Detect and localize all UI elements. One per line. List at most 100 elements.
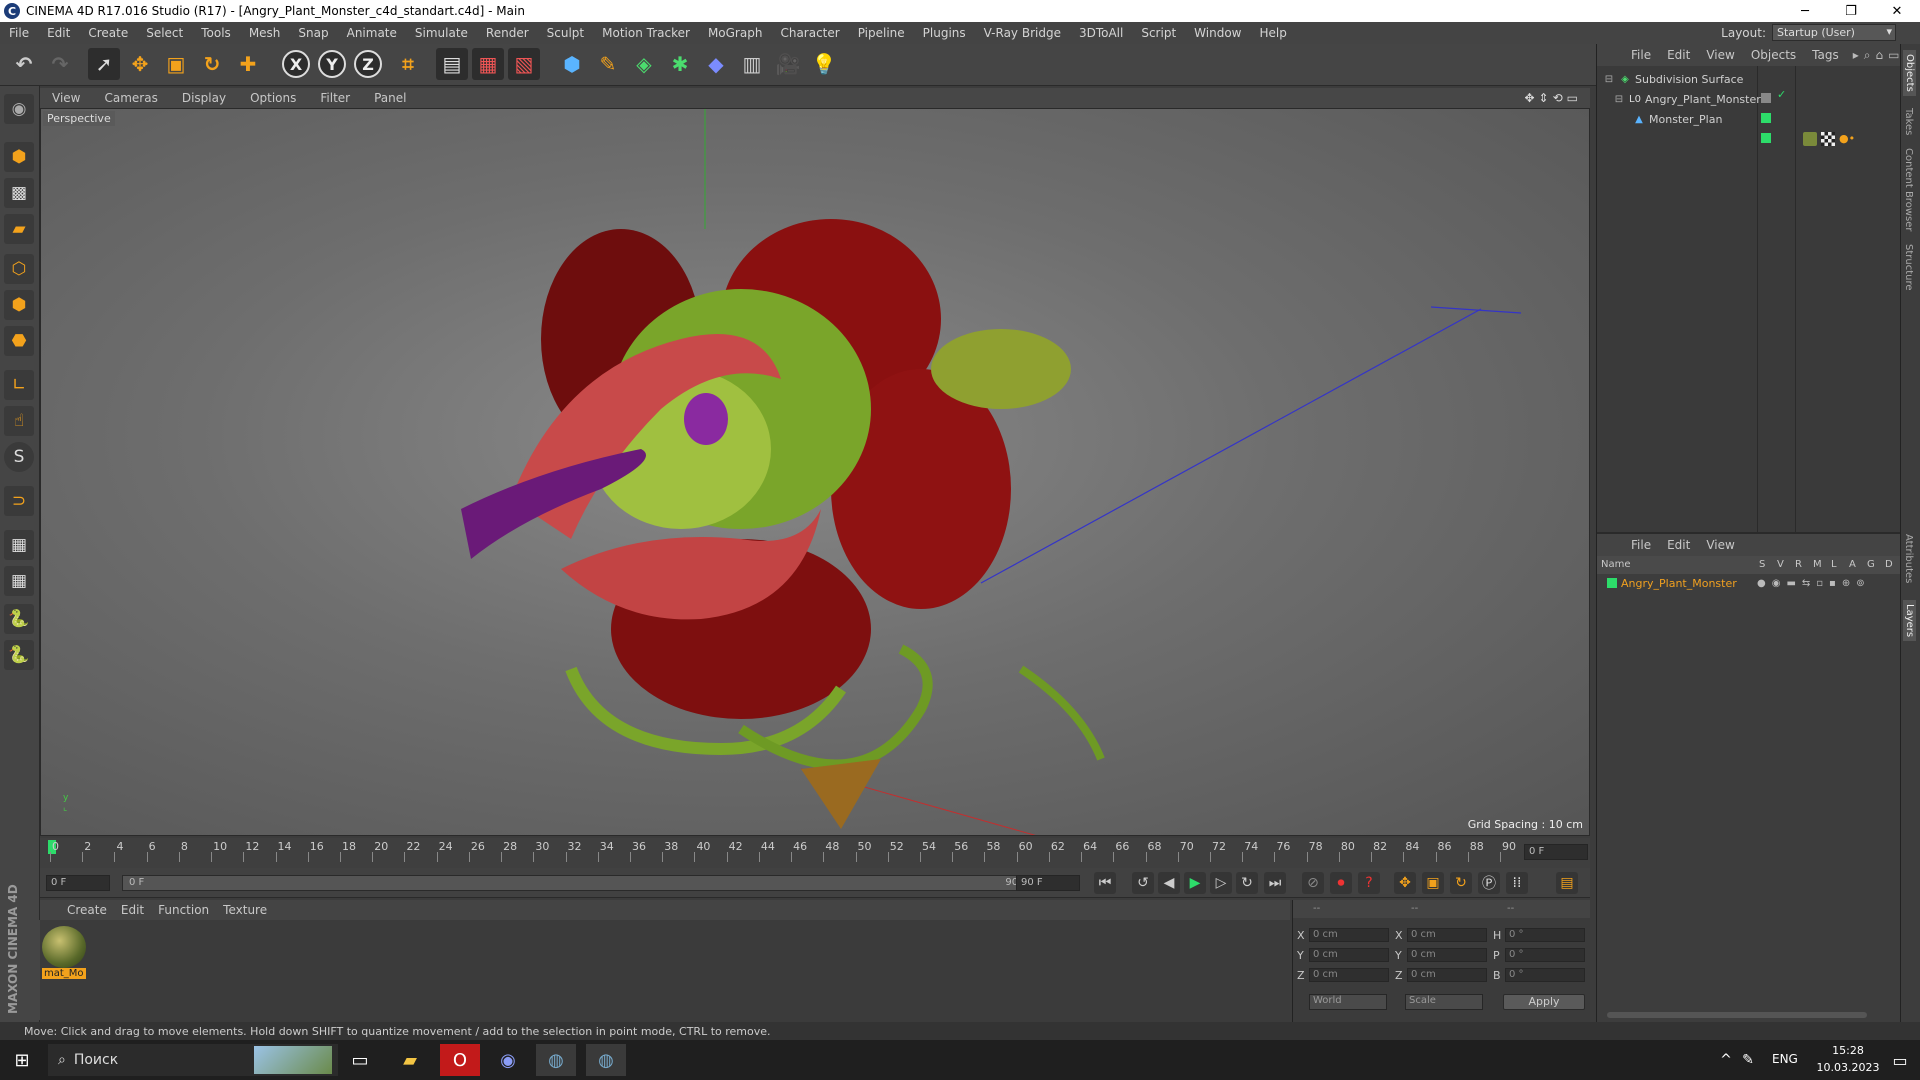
menu-script[interactable]: Script bbox=[1132, 26, 1185, 40]
position-y-field[interactable]: 0 cm bbox=[1309, 948, 1389, 962]
tab-attributes[interactable]: Attributes bbox=[1903, 534, 1914, 583]
lm-menu-edit[interactable]: Edit bbox=[1659, 538, 1698, 552]
menu-motion-tracker[interactable]: Motion Tracker bbox=[593, 26, 699, 40]
taskbar-clock[interactable]: 15:28 10.03.2023 bbox=[1808, 1042, 1888, 1076]
x-axis-lock-icon[interactable]: X bbox=[282, 50, 310, 78]
menu-help[interactable]: Help bbox=[1250, 26, 1295, 40]
scale-icon[interactable]: ▣ bbox=[160, 48, 192, 80]
play-icon[interactable]: ▶ bbox=[1184, 872, 1206, 894]
tab-takes[interactable]: Takes bbox=[1903, 108, 1914, 135]
layer-color-swatch[interactable] bbox=[1761, 133, 1771, 143]
edges-mode-icon[interactable]: ⬢ bbox=[4, 290, 34, 320]
tab-content-browser[interactable]: Content Browser bbox=[1903, 148, 1914, 231]
spline-pen-icon[interactable]: ✎ bbox=[592, 48, 624, 80]
goto-end-icon[interactable]: ⏭ bbox=[1264, 872, 1286, 894]
menu-tools[interactable]: Tools bbox=[192, 26, 240, 40]
make-editable-icon[interactable]: ◉ bbox=[4, 94, 34, 124]
size-mode-select[interactable]: Scale bbox=[1405, 994, 1483, 1010]
lm-menu-view[interactable]: View bbox=[1698, 538, 1742, 552]
menu-3dtoall[interactable]: 3DToAll bbox=[1070, 26, 1132, 40]
enabled-check-icon[interactable]: ✓ bbox=[1777, 88, 1786, 101]
record-keys-icon[interactable]: ⊘ bbox=[1302, 872, 1324, 894]
planar-workplane-icon[interactable]: ▦ bbox=[4, 566, 34, 596]
windows-start-icon[interactable]: ⊞ bbox=[2, 1044, 42, 1076]
cinema4d-taskbar-icon[interactable]: ◍ bbox=[536, 1044, 576, 1076]
menu-snap[interactable]: Snap bbox=[289, 26, 337, 40]
render-picture-viewer-icon[interactable]: ▦ bbox=[472, 48, 504, 80]
menu-simulate[interactable]: Simulate bbox=[406, 26, 477, 40]
lock-workplane-icon[interactable]: ▦ bbox=[4, 530, 34, 560]
pen-tray-icon[interactable]: ✎ bbox=[1728, 1044, 1768, 1076]
language-indicator[interactable]: ENG bbox=[1772, 1052, 1798, 1066]
menu-sculpt[interactable]: Sculpt bbox=[538, 26, 593, 40]
menu-window[interactable]: Window bbox=[1185, 26, 1250, 40]
coordinate-system-icon[interactable]: ⌗ bbox=[392, 48, 424, 80]
uvw-tag-icon[interactable] bbox=[1821, 132, 1835, 146]
subdivision-surface-icon[interactable]: ◈ bbox=[628, 48, 660, 80]
cube-primitive-icon[interactable]: ⬢ bbox=[556, 48, 588, 80]
auto-key-icon[interactable]: ⏺ bbox=[1330, 872, 1352, 894]
live-select-icon[interactable]: ✚ bbox=[232, 48, 264, 80]
menu-select[interactable]: Select bbox=[137, 26, 192, 40]
prev-key-icon[interactable]: ↺ bbox=[1132, 872, 1154, 894]
tree-collapse-icon[interactable]: ⊟ bbox=[1613, 93, 1625, 105]
minimize-icon[interactable]: ─ bbox=[1782, 0, 1828, 22]
rotation-p-field[interactable]: 0 ° bbox=[1505, 948, 1585, 962]
layer-row[interactable]: Angry_Plant_Monster ●◉▬⇆▫▪⊕⊚ bbox=[1597, 574, 1900, 592]
position-x-field[interactable]: 0 cm bbox=[1309, 928, 1389, 942]
restore-icon[interactable]: ❐ bbox=[1828, 0, 1874, 22]
key-parameter-icon[interactable]: Ⓟ bbox=[1478, 872, 1500, 894]
mat-menu-edit[interactable]: Edit bbox=[114, 903, 151, 917]
end-frame-field[interactable]: 90 F bbox=[1016, 875, 1080, 891]
menu-create[interactable]: Create bbox=[79, 26, 137, 40]
menu-mograph[interactable]: MoGraph bbox=[699, 26, 772, 40]
python-script-icon[interactable]: 🐍 bbox=[4, 604, 34, 634]
rotate-icon[interactable]: ↻ bbox=[196, 48, 228, 80]
next-frame-icon[interactable]: ▷ bbox=[1210, 872, 1232, 894]
size-z-field[interactable]: 0 cm bbox=[1407, 968, 1487, 982]
layout-select[interactable]: Startup (User) bbox=[1772, 24, 1896, 41]
viewport-nav-icons[interactable]: ✥⇕⟲▭ bbox=[1524, 91, 1582, 105]
om-menu-tags[interactable]: Tags bbox=[1804, 48, 1847, 62]
vp-menu-cameras[interactable]: Cameras bbox=[92, 91, 169, 105]
position-z-field[interactable]: 0 cm bbox=[1309, 968, 1389, 982]
mat-menu-create[interactable]: Create bbox=[60, 903, 114, 917]
phong-tag-icon[interactable]: ●• bbox=[1839, 132, 1855, 145]
layer-color-swatch[interactable] bbox=[1607, 578, 1617, 588]
om-menu-file[interactable]: File bbox=[1623, 48, 1659, 62]
object-row-monster-plan[interactable]: ▲ Monster_Plan bbox=[1633, 110, 1722, 128]
vp-menu-panel[interactable]: Panel bbox=[362, 91, 418, 105]
render-settings-icon[interactable]: ▧ bbox=[508, 48, 540, 80]
opera-browser-icon[interactable]: O bbox=[440, 1044, 480, 1076]
menu-edit[interactable]: Edit bbox=[38, 26, 79, 40]
undo-icon[interactable]: ↶ bbox=[8, 48, 40, 80]
rotation-h-field[interactable]: 0 ° bbox=[1505, 928, 1585, 942]
size-y-field[interactable]: 0 cm bbox=[1407, 948, 1487, 962]
redo-icon[interactable]: ↷ bbox=[44, 48, 76, 80]
cloner-icon[interactable]: ✱ bbox=[664, 48, 696, 80]
apply-button[interactable]: Apply bbox=[1503, 994, 1585, 1010]
object-row-subdivision-surface[interactable]: ⊟ ◈ Subdivision Surface bbox=[1603, 70, 1744, 88]
key-position-icon[interactable]: ✥ bbox=[1394, 872, 1416, 894]
move-icon[interactable]: ✥ bbox=[124, 48, 156, 80]
deformer-icon[interactable]: ◆ bbox=[700, 48, 732, 80]
frame-range-slider[interactable]: 0 F 90 F bbox=[122, 875, 1042, 891]
layer-color-swatch[interactable] bbox=[1761, 93, 1771, 103]
layer-color-swatch[interactable] bbox=[1761, 113, 1771, 123]
menu-animate[interactable]: Animate bbox=[338, 26, 406, 40]
floor-icon[interactable]: ▥ bbox=[736, 48, 768, 80]
python-script-2-icon[interactable]: 🐍 bbox=[4, 640, 34, 670]
tab-structure[interactable]: Structure bbox=[1903, 244, 1914, 291]
next-key-icon[interactable]: ↻ bbox=[1236, 872, 1258, 894]
coordinate-space-select[interactable]: World bbox=[1309, 994, 1387, 1010]
tree-collapse-icon[interactable]: ⊟ bbox=[1603, 73, 1615, 85]
tweak-mode-icon[interactable]: ☝ bbox=[4, 406, 34, 436]
object-row-angry-plant-monster[interactable]: ⊟ L0 Angry_Plant_Monster bbox=[1613, 90, 1761, 108]
z-axis-lock-icon[interactable]: Z bbox=[354, 50, 382, 78]
light-icon[interactable]: 💡 bbox=[808, 48, 840, 80]
polygons-mode-icon[interactable]: ⬣ bbox=[4, 326, 34, 356]
tab-layers[interactable]: Layers bbox=[1903, 600, 1916, 642]
key-pla-icon[interactable]: ⁞⁞ bbox=[1506, 872, 1528, 894]
vp-menu-display[interactable]: Display bbox=[170, 91, 238, 105]
select-arrow-icon[interactable]: ➚ bbox=[88, 48, 120, 80]
